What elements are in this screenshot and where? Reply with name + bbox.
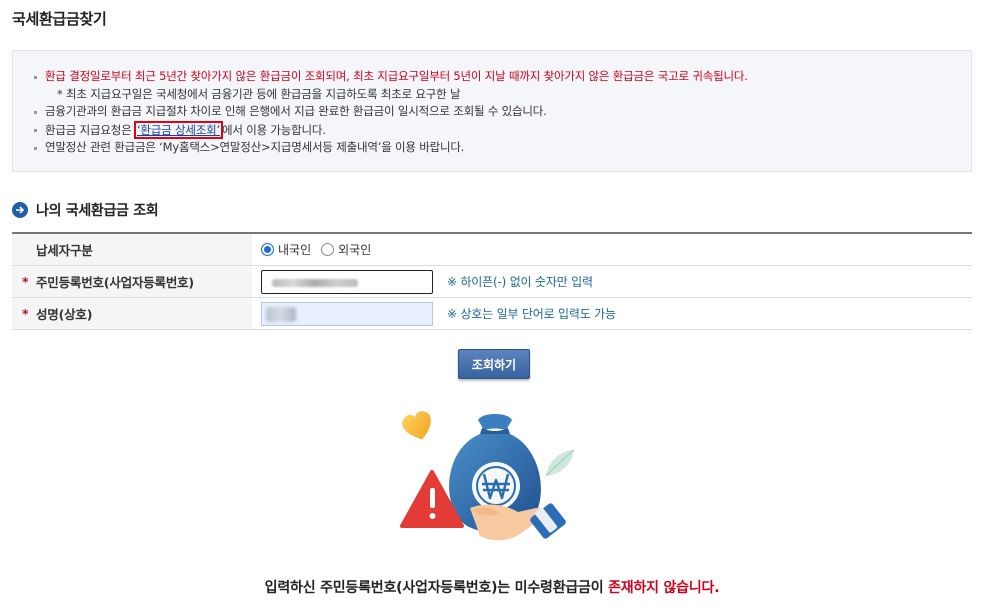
page-title: 국세환급금찾기 [12, 10, 107, 28]
required-mark: * [22, 274, 29, 289]
taxpayer-type-options: 내국인 외국인 [252, 234, 972, 265]
result-message-text: 입력하신 주민등록번호(사업자등록번호)는 미수령환급금이 [264, 580, 609, 596]
radio-domestic[interactable]: 내국인 [261, 241, 311, 258]
heart-icon [402, 411, 431, 440]
notice-item-refund-request: 환급금 지급요청은 ‘환급금 상세조회’ 에서 이용 가능합니다. [33, 120, 961, 140]
notice-link-prefix: 환급금 지급요청은 [45, 122, 135, 137]
notice-list: 환급 결정일로부터 최근 5년간 찾아가지 않은 환급금이 조회되며, 최초 지… [33, 68, 961, 157]
id-number-input[interactable] [261, 269, 433, 294]
radio-domestic-label: 내국인 [278, 243, 312, 257]
link-highlight-box: ‘환급금 상세조회’ [133, 120, 223, 139]
section-title-text: 나의 국세환급금 조회 [36, 203, 159, 219]
masked-value [266, 306, 296, 322]
notice-item-first-request-note: * 최초 지급요구일은 국세청에서 금융기관 등에 환급금을 지급하도록 최초로… [57, 86, 461, 101]
masked-value [272, 278, 358, 287]
refund-detail-link[interactable]: ‘환급금 상세조회’ [137, 123, 220, 137]
id-number-label: * 주민등록번호(사업자등록번호) [12, 266, 252, 297]
taxpayer-type-row: 납세자구분 내국인 외국인 [12, 234, 972, 266]
taxpayer-type-label: 납세자구분 [12, 234, 252, 265]
result-message: 입력하신 주민등록번호(사업자등록번호)는 미수령환급금이 존재하지 않습니다. [0, 577, 984, 597]
radio-foreigner-label: 외국인 [338, 243, 372, 257]
notice-item-retention: 환급 결정일로부터 최근 5년간 찾아가지 않은 환급금이 조회되며, 최초 지… [33, 68, 961, 86]
money-bag-illustration [400, 411, 575, 541]
search-button[interactable]: 조회하기 [458, 349, 530, 379]
section-title: 나의 국세환급금 조회 [12, 200, 159, 220]
radio-foreigner[interactable]: 외국인 [321, 241, 371, 258]
leaf-icon [545, 449, 575, 477]
notice-item-year-end: 연말정산 관련 환급금은 ‘My홈택스>연말정산>지급명세서등 제출내역’을 이… [33, 139, 961, 157]
required-mark: * [22, 306, 29, 321]
lookup-form: 납세자구분 내국인 외국인 * 주민등록번호(사업자등록번호) ※ 하이픈(-) … [12, 232, 972, 330]
id-number-hint: ※ 하이픈(-) 없이 숫자만 입력 [447, 275, 593, 289]
name-input[interactable] [261, 301, 433, 326]
result-message-emphasis: 존재하지 않습니다. [608, 580, 720, 596]
arrow-circle-icon [12, 202, 28, 218]
id-number-row: * 주민등록번호(사업자등록번호) ※ 하이픈(-) 없이 숫자만 입력 [12, 266, 972, 298]
notice-item-bank-timing: 금융기관과의 환급금 지급절차 차이로 인해 은행에서 지급 완료한 환급금이 … [33, 103, 961, 121]
radio-unchecked-icon[interactable] [321, 243, 335, 256]
name-row: * 성명(상호) ※ 상호는 일부 단어로 입력도 가능 [12, 298, 972, 330]
notice-box: 환급 결정일로부터 최근 5년간 찾아가지 않은 환급금이 조회되며, 최초 지… [12, 50, 972, 172]
notice-link-suffix: 에서 이용 가능합니다. [221, 122, 326, 137]
radio-checked-icon[interactable] [261, 243, 274, 256]
name-hint: ※ 상호는 일부 단어로 입력도 가능 [447, 307, 616, 321]
name-label: * 성명(상호) [12, 298, 252, 329]
